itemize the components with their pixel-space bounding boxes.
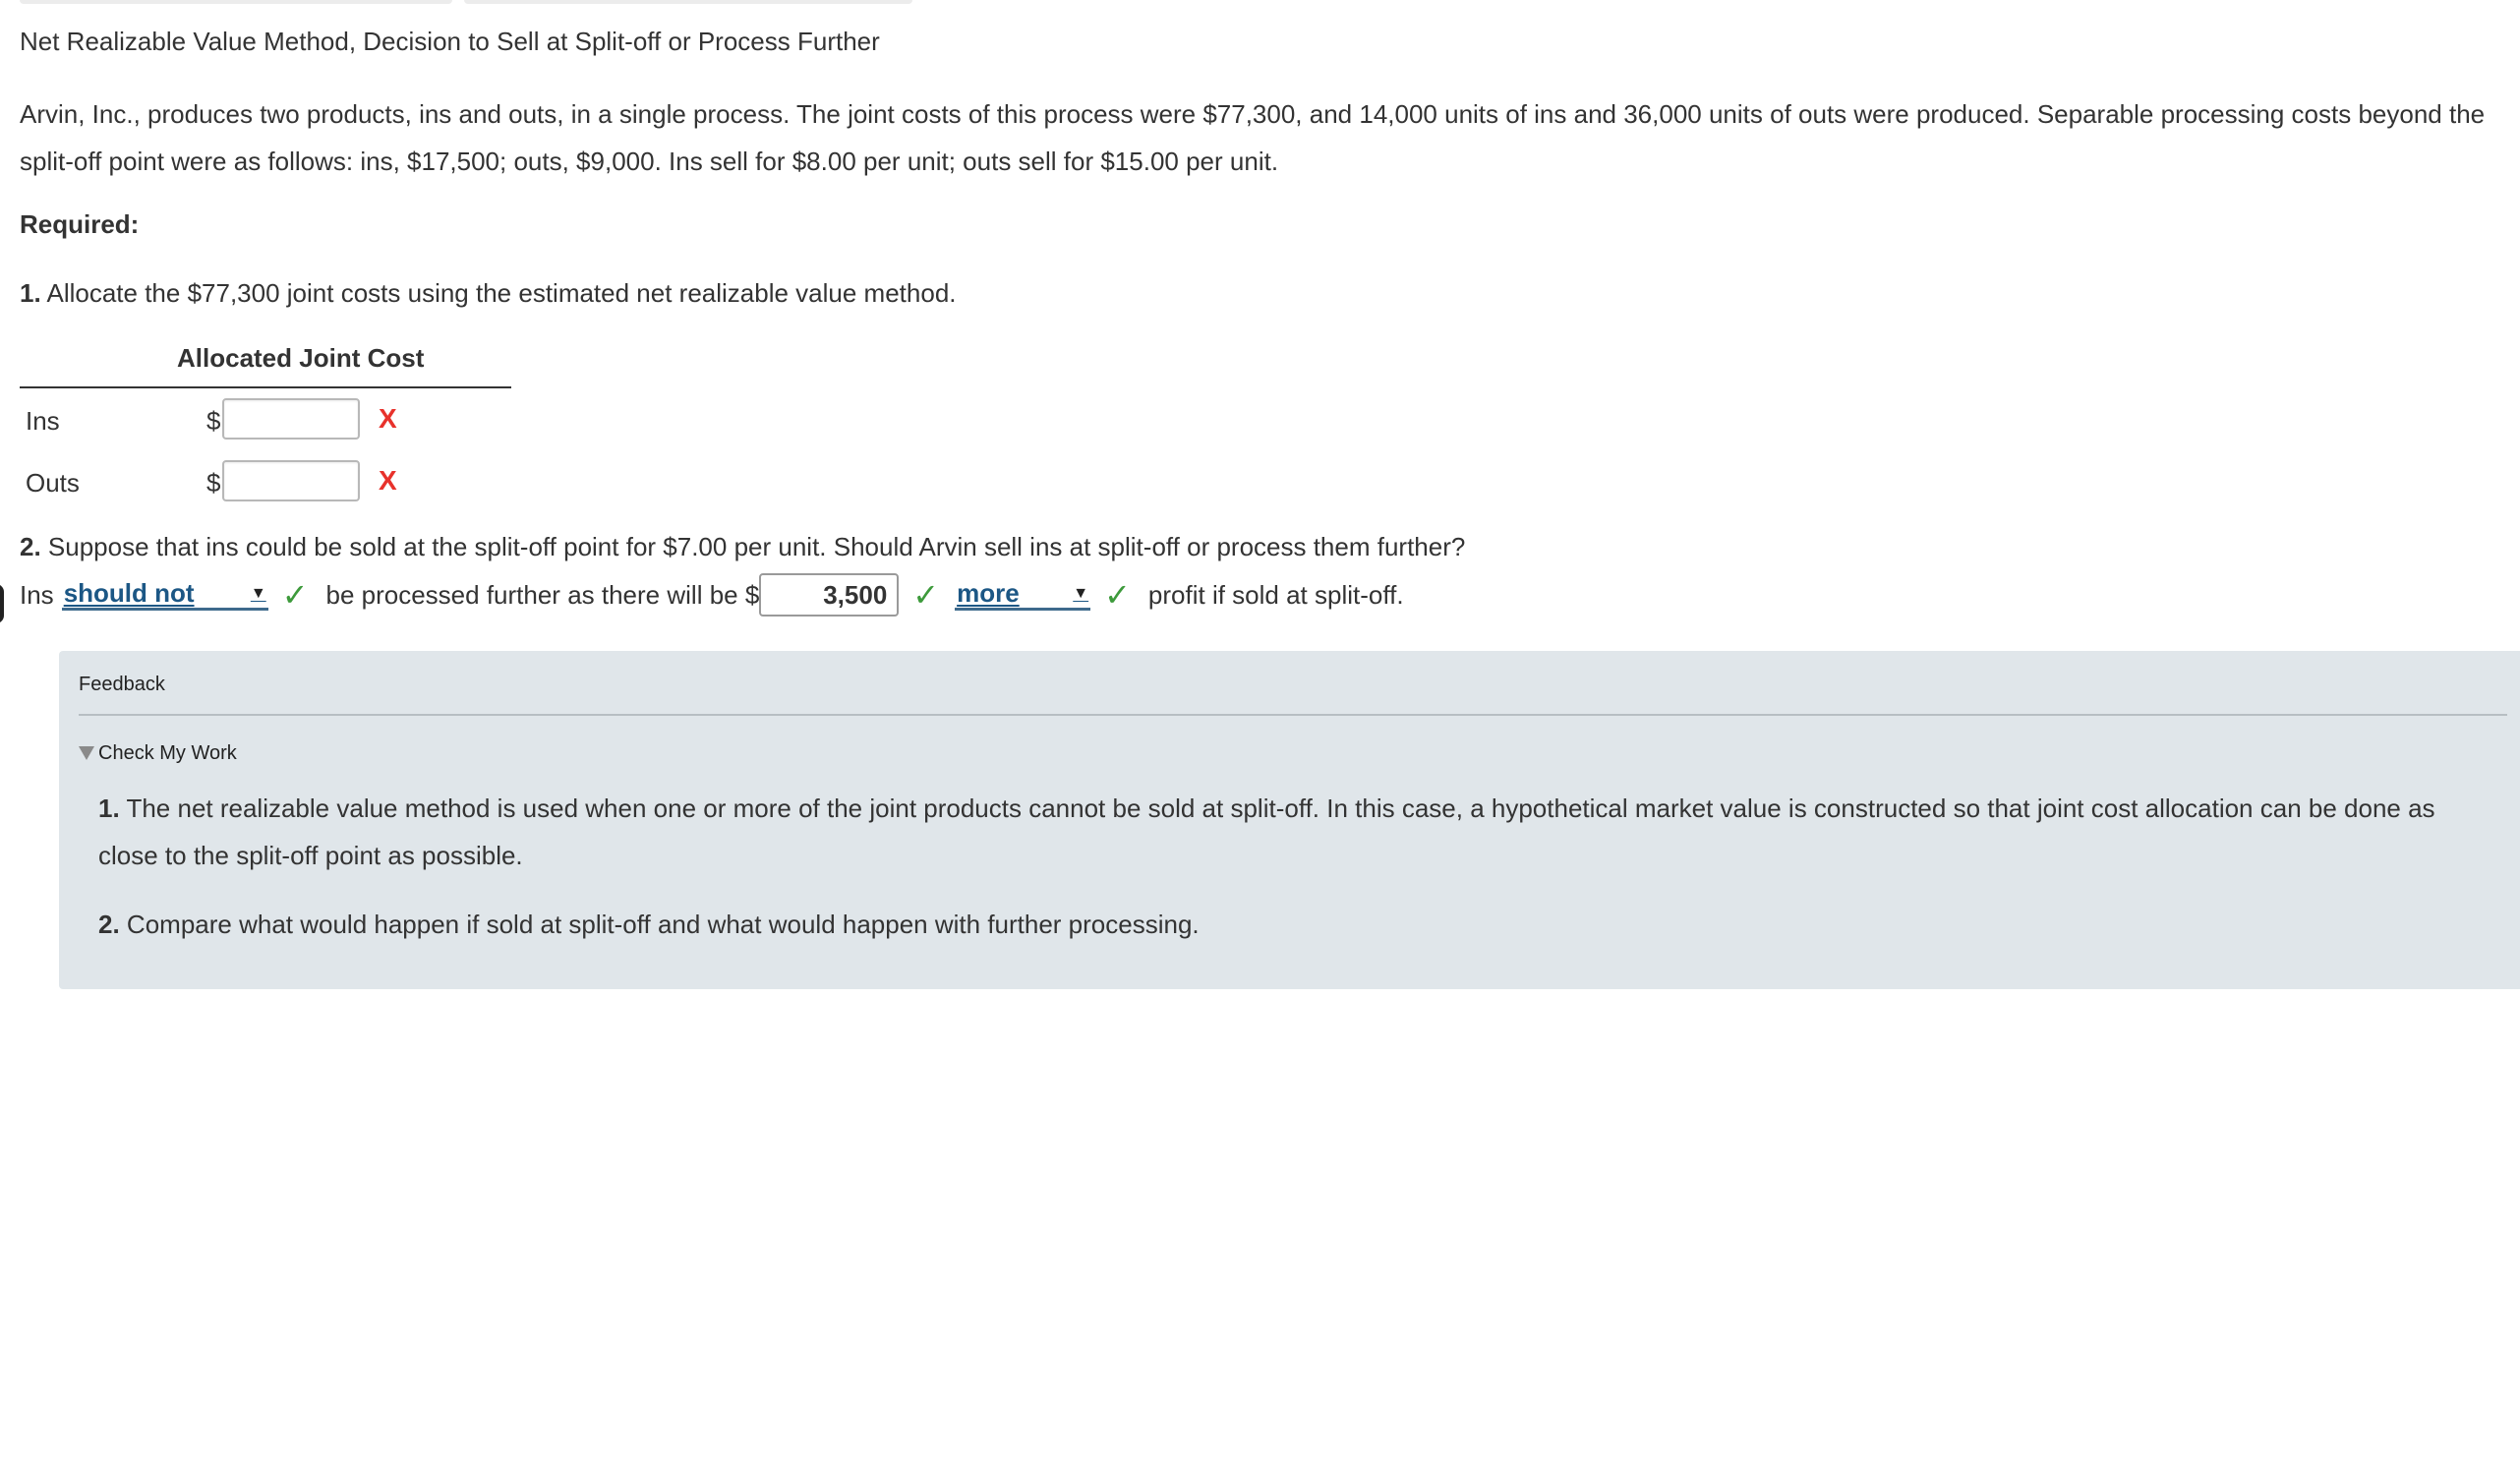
feedback-item-text: The net realizable value method is used … xyxy=(98,793,2435,870)
ins-allocated-cost-input[interactable] xyxy=(222,398,360,440)
allocated-joint-cost-header: Allocated Joint Cost xyxy=(177,343,425,373)
top-tab-edge xyxy=(464,0,912,4)
chevron-down-icon: ▼ xyxy=(1073,584,1089,602)
row-label-ins: Ins xyxy=(26,406,60,436)
more-less-value: more xyxy=(957,578,1020,608)
outs-allocated-cost-input[interactable] xyxy=(222,460,360,501)
answer-prefix: Ins xyxy=(20,579,54,610)
question-1: 1. Allocate the $77,300 joint costs usin… xyxy=(20,277,957,309)
scroll-edge-handle xyxy=(0,584,4,623)
currency-symbol: $ xyxy=(206,468,221,498)
feedback-title: Feedback xyxy=(79,674,165,695)
correct-check-icon: ✓ xyxy=(281,577,309,613)
problem-intro: Arvin, Inc., produces two products, ins … xyxy=(20,99,2486,176)
feedback-item-number: 1. xyxy=(98,793,120,823)
correct-check-icon: ✓ xyxy=(1104,577,1131,613)
chevron-down-icon: ▼ xyxy=(250,584,266,602)
question-1-number: 1. xyxy=(20,278,41,308)
page: Net Realizable Value Method, Decision to… xyxy=(0,0,2520,1469)
feedback-item: 1. The net realizable value method is us… xyxy=(98,785,2497,879)
feedback-item-text: Compare what would happen if sold at spl… xyxy=(126,910,1200,939)
feedback-item: 2. Compare what would happen if sold at … xyxy=(98,909,1200,940)
question-1-text: Allocate the $77,300 joint costs using t… xyxy=(46,278,957,308)
question-2-answer-line: Ins should not ▼ ✓ be processed further … xyxy=(20,573,1404,617)
expanded-triangle-icon xyxy=(79,746,94,760)
table-header-rule xyxy=(20,386,511,388)
required-label: Required: xyxy=(20,209,140,239)
profit-difference-input[interactable]: 3,500 xyxy=(759,573,900,617)
correct-check-icon: ✓ xyxy=(912,577,940,613)
answer-middle-text: be processed further as there will be $ xyxy=(325,579,760,610)
question-2-text: Suppose that ins could be sold at the sp… xyxy=(47,532,1466,561)
question-2: 2. Suppose that ins could be sold at the… xyxy=(20,531,1465,562)
check-my-work-label: Check My Work xyxy=(98,742,237,764)
incorrect-icon: X xyxy=(379,465,397,496)
process-decision-value: should not xyxy=(63,578,195,608)
check-my-work-toggle[interactable]: Check My Work xyxy=(79,741,237,765)
answer-suffix: profit if sold at split-off. xyxy=(1147,579,1404,610)
top-tab-edge xyxy=(20,0,452,4)
currency-symbol: $ xyxy=(206,406,221,436)
more-less-select[interactable]: more ▼ xyxy=(955,578,1091,611)
feedback-item-number: 2. xyxy=(98,910,120,939)
row-label-outs: Outs xyxy=(26,468,80,498)
feedback-divider xyxy=(79,714,2507,716)
incorrect-icon: X xyxy=(379,403,397,434)
process-decision-select[interactable]: should not ▼ xyxy=(61,578,268,611)
question-2-number: 2. xyxy=(20,532,41,561)
problem-title: Net Realizable Value Method, Decision to… xyxy=(20,27,880,56)
